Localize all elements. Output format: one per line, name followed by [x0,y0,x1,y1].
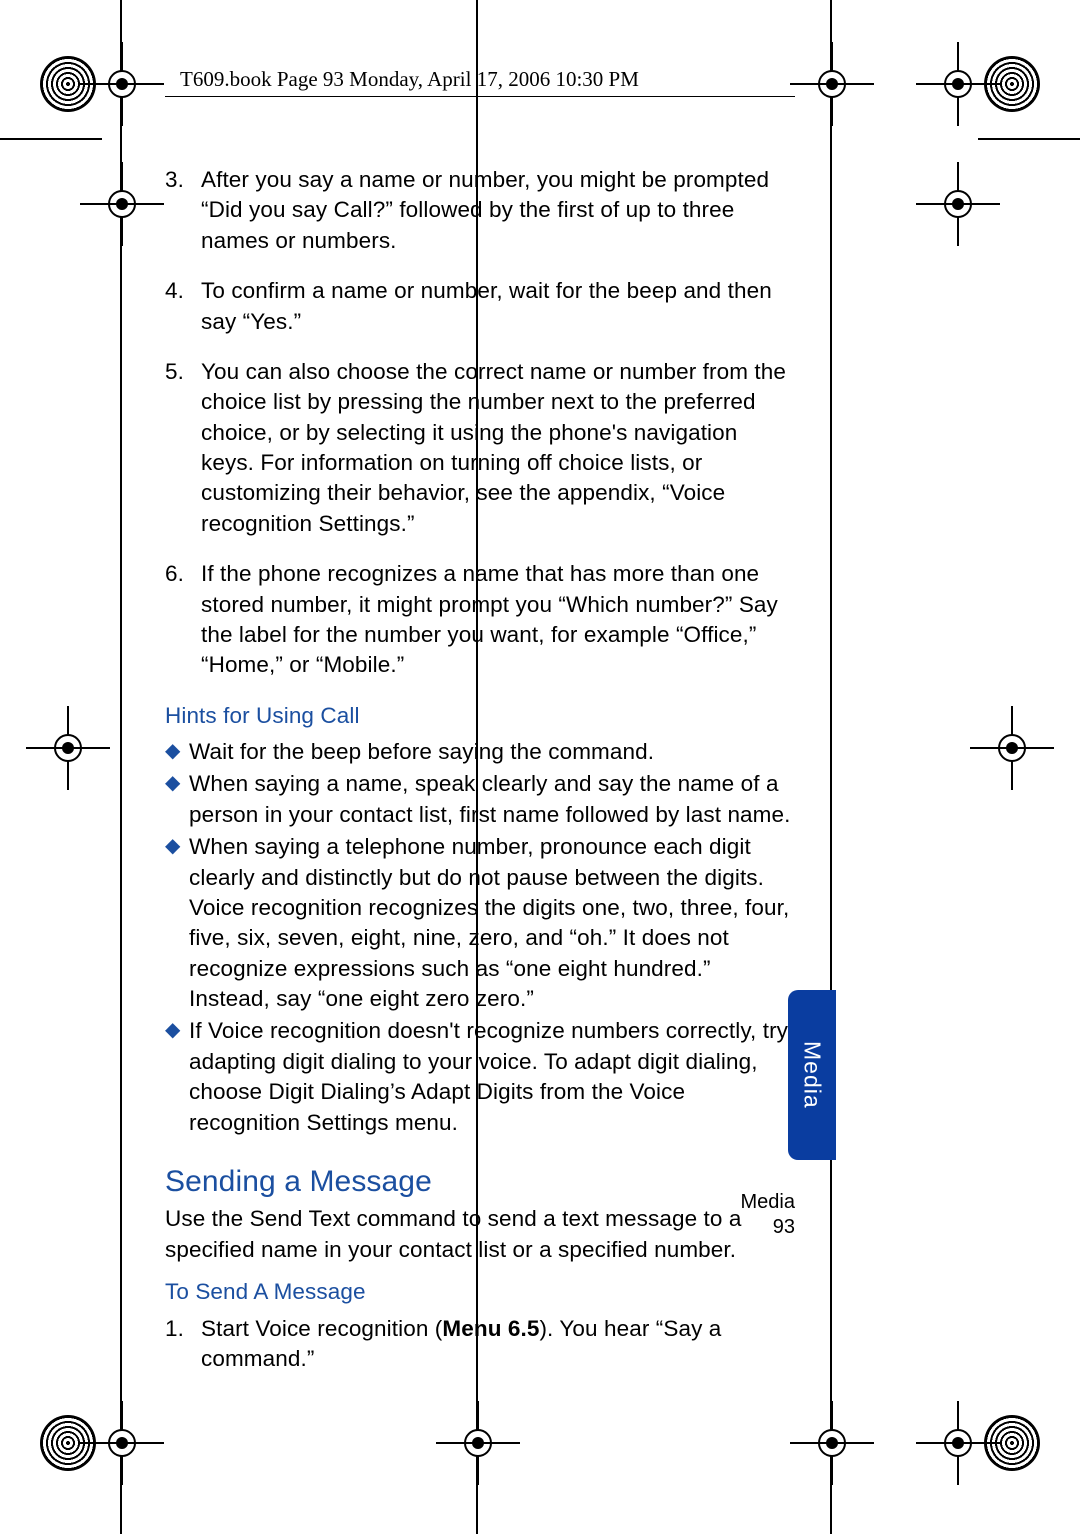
fiducial-crosshair [94,176,150,232]
diamond-bullet-icon: ◆ [165,1016,189,1138]
fiducial-crosshair [450,1415,506,1471]
running-head-rule [165,96,795,97]
diamond-bullet-icon: ◆ [165,769,189,830]
diamond-bullet-icon: ◆ [165,737,189,767]
crop-line-top-right [978,138,1080,140]
to-send-steps: 1. Start Voice recognition (Menu 6.5). Y… [165,1314,795,1375]
fiducial-crosshair [804,56,860,112]
step-text: After you say a name or number, you migh… [201,165,795,256]
to-send-heading: To Send A Message [165,1277,795,1307]
step-number: 3. [165,165,201,256]
hint-text: Wait for the beep before saying the comm… [189,737,795,767]
hints-list: ◆ Wait for the beep before saying the co… [165,737,795,1138]
numbered-steps: 3. After you say a name or number, you m… [165,165,795,681]
step-text: If the phone recognizes a name that has … [201,559,795,681]
fiducial-crosshair [930,1415,986,1471]
diamond-bullet-icon: ◆ [165,832,189,1014]
step-number: 1. [165,1314,201,1375]
step-number: 5. [165,357,201,539]
step-text-pre: Start Voice recognition ( [201,1316,442,1341]
page-footer: Media 93 [165,1190,795,1240]
fiducial-crosshair [94,56,150,112]
step-text: You can also choose the correct name or … [201,357,795,539]
hint-item: ◆ Wait for the beep before saying the co… [165,737,795,767]
step-item: 3. After you say a name or number, you m… [165,165,795,256]
hint-item: ◆ If Voice recognition doesn't recognize… [165,1016,795,1138]
hint-item: ◆ When saying a telephone number, pronou… [165,832,795,1014]
section-tab-label: Media [799,1041,826,1109]
section-tab: Media [788,990,836,1160]
hint-item: ◆ When saying a name, speak clearly and … [165,769,795,830]
footer-page-number: 93 [165,1215,795,1240]
step-item: 5. You can also choose the correct name … [165,357,795,539]
fiducial-crosshair [40,720,96,776]
step-item: 1. Start Voice recognition (Menu 6.5). Y… [165,1314,795,1375]
fiducial-crosshair [930,56,986,112]
step-item: 6. If the phone recognizes a name that h… [165,559,795,681]
hint-text: If Voice recognition doesn't recognize n… [189,1016,795,1138]
step-text: Start Voice recognition (Menu 6.5). You … [201,1314,795,1375]
hints-heading: Hints for Using Call [165,701,795,731]
footer-section-name: Media [165,1190,795,1215]
fiducial-crosshair [930,176,986,232]
crop-line-vertical-right [830,0,832,1534]
step-number: 4. [165,276,201,337]
fiducial-crosshair [984,720,1040,776]
running-head: T609.book Page 93 Monday, April 17, 2006… [180,67,639,92]
step-number: 6. [165,559,201,681]
fiducial-crosshair [804,1415,860,1471]
step-item: 4. To confirm a name or number, wait for… [165,276,795,337]
menu-reference: Menu 6.5 [442,1316,539,1341]
crop-line-top-left [0,138,102,140]
step-text: To confirm a name or number, wait for th… [201,276,795,337]
fiducial-crosshair [94,1415,150,1471]
hint-text: When saying a name, speak clearly and sa… [189,769,795,830]
hint-text: When saying a telephone number, pronounc… [189,832,795,1014]
